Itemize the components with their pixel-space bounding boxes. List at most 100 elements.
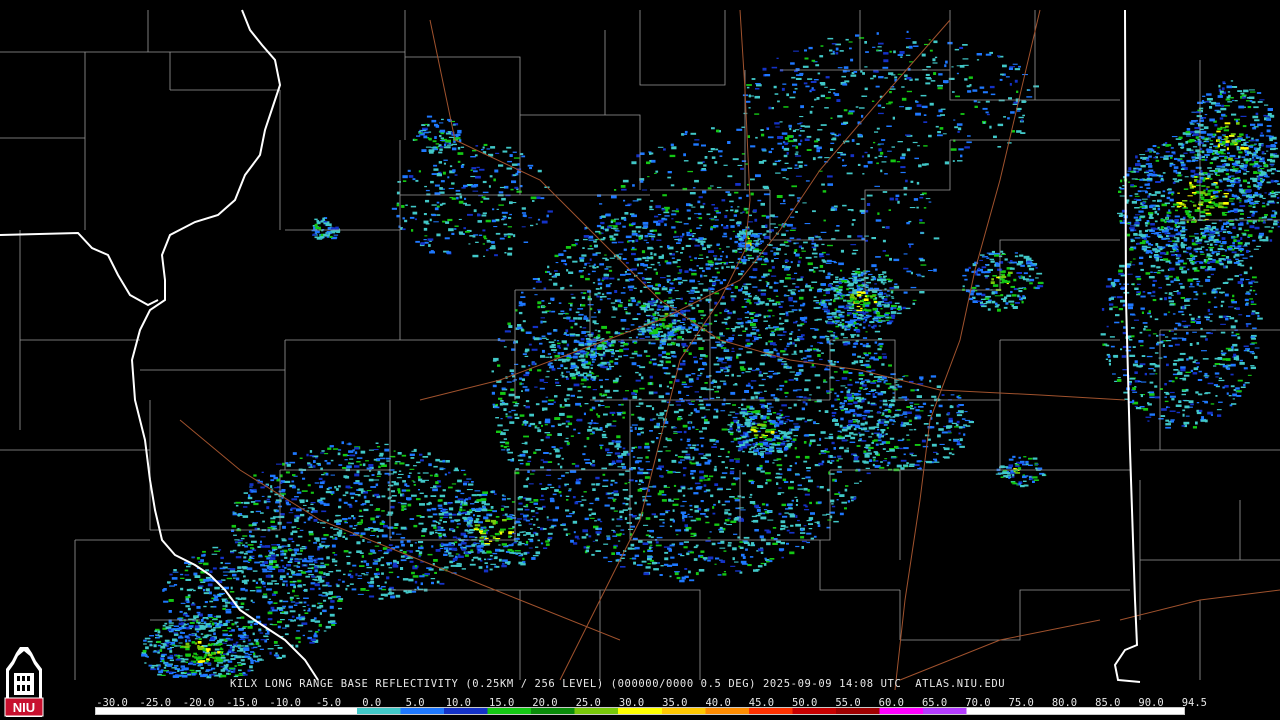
echo-pixel — [567, 422, 573, 426]
echo-pixel — [547, 265, 550, 269]
echo-pixel — [557, 433, 562, 436]
echo-pixel — [612, 307, 618, 311]
echo-pixel — [260, 536, 266, 538]
echo-pixel — [304, 612, 309, 614]
echo-pixel — [711, 291, 714, 293]
echo-pixel — [664, 551, 669, 554]
echo-pixel — [693, 356, 697, 358]
echo-pixel — [629, 289, 633, 291]
echo-pixel — [719, 312, 722, 314]
echo-pixel — [741, 403, 744, 406]
echo-pixel — [281, 539, 287, 542]
echo-pixel — [640, 263, 645, 266]
echo-pixel — [802, 202, 807, 204]
echo-pixel — [623, 306, 628, 308]
echo-pixel — [597, 518, 601, 521]
echo-pixel — [869, 459, 873, 462]
echo-pixel — [381, 572, 384, 575]
echo-pixel — [824, 451, 830, 453]
echo-pixel — [721, 428, 728, 431]
echo-pixel — [451, 232, 455, 235]
echo-pixel — [867, 415, 874, 418]
echo-pixel — [758, 279, 762, 282]
echo-pixel — [528, 343, 532, 346]
echo-pixel — [583, 412, 586, 416]
echo-pixel — [209, 570, 213, 574]
echo-pixel — [843, 343, 848, 346]
echo-pixel — [290, 601, 296, 603]
echo-pixel — [857, 235, 863, 238]
echo-pixel — [225, 608, 232, 611]
echo-pixel — [544, 424, 548, 426]
echo-pixel — [430, 487, 433, 489]
echo-pixel — [632, 200, 639, 202]
echo-pixel — [713, 255, 718, 257]
echo-pixel — [499, 441, 506, 444]
echo-pixel — [534, 425, 538, 427]
echo-pixel — [776, 372, 781, 374]
echo-pixel — [726, 488, 732, 490]
echo-pixel — [661, 287, 668, 291]
echo-pixel — [717, 542, 721, 544]
echo-pixel — [764, 472, 771, 475]
echo-pixel — [597, 292, 601, 295]
echo-pixel — [517, 163, 520, 166]
echo-pixel — [270, 474, 276, 478]
echo-pixel — [741, 496, 745, 499]
echo-pixel — [770, 330, 776, 332]
echo-pixel — [772, 303, 778, 306]
echo-pixel — [819, 265, 824, 268]
echo-pixel — [685, 374, 691, 377]
echo-pixel — [833, 332, 836, 334]
echo-pixel — [727, 450, 730, 454]
echo-pixel — [676, 266, 681, 268]
echo-pixel — [297, 528, 300, 529]
echo-pixel — [744, 293, 750, 296]
echo-pixel — [518, 459, 524, 462]
echo-pixel — [807, 262, 813, 266]
echo-pixel — [789, 371, 795, 373]
echo-pixel — [660, 334, 667, 338]
echo-pixel — [465, 231, 470, 233]
echo-pixel — [827, 460, 830, 463]
echo-pixel — [742, 472, 746, 475]
echo-pixel — [407, 475, 411, 478]
echo-pixel — [648, 391, 654, 395]
echo-pixel — [721, 461, 725, 464]
echo-pixel — [797, 161, 803, 164]
echo-pixel — [719, 155, 723, 157]
echo-pixel — [738, 289, 743, 292]
echo-pixel — [424, 241, 429, 244]
echo-pixel — [657, 214, 662, 216]
echo-pixel — [213, 594, 216, 597]
echo-pixel — [297, 488, 300, 491]
echo-pixel — [388, 484, 394, 487]
echo-pixel — [592, 488, 596, 491]
echo-pixel — [214, 550, 220, 552]
echo-pixel — [512, 380, 515, 382]
echo-pixel — [776, 464, 783, 467]
echo-pixel — [426, 508, 431, 512]
echo-pixel — [566, 269, 569, 272]
echo-pixel — [482, 243, 485, 245]
echo-pixel — [273, 641, 278, 644]
echo-pixel — [804, 164, 808, 167]
echo-pixel — [772, 542, 778, 545]
echo-pixel — [555, 381, 560, 384]
echo-pixel — [391, 481, 396, 483]
echo-pixel — [659, 360, 664, 363]
echo-pixel — [554, 417, 561, 420]
echo-pixel — [811, 246, 817, 249]
echo-pixel — [284, 567, 287, 569]
echo-pixel — [548, 341, 555, 344]
echo-pixel — [305, 499, 309, 502]
echo-pixel — [719, 335, 725, 337]
echo-pixel — [636, 198, 642, 201]
echo-pixel — [793, 403, 797, 407]
echo-pixel — [919, 196, 924, 199]
echo-pixel — [474, 490, 481, 492]
echo-pixel — [588, 239, 594, 241]
echo-pixel — [708, 250, 714, 253]
echo-pixel — [674, 230, 677, 234]
echo-pixel — [376, 568, 379, 571]
